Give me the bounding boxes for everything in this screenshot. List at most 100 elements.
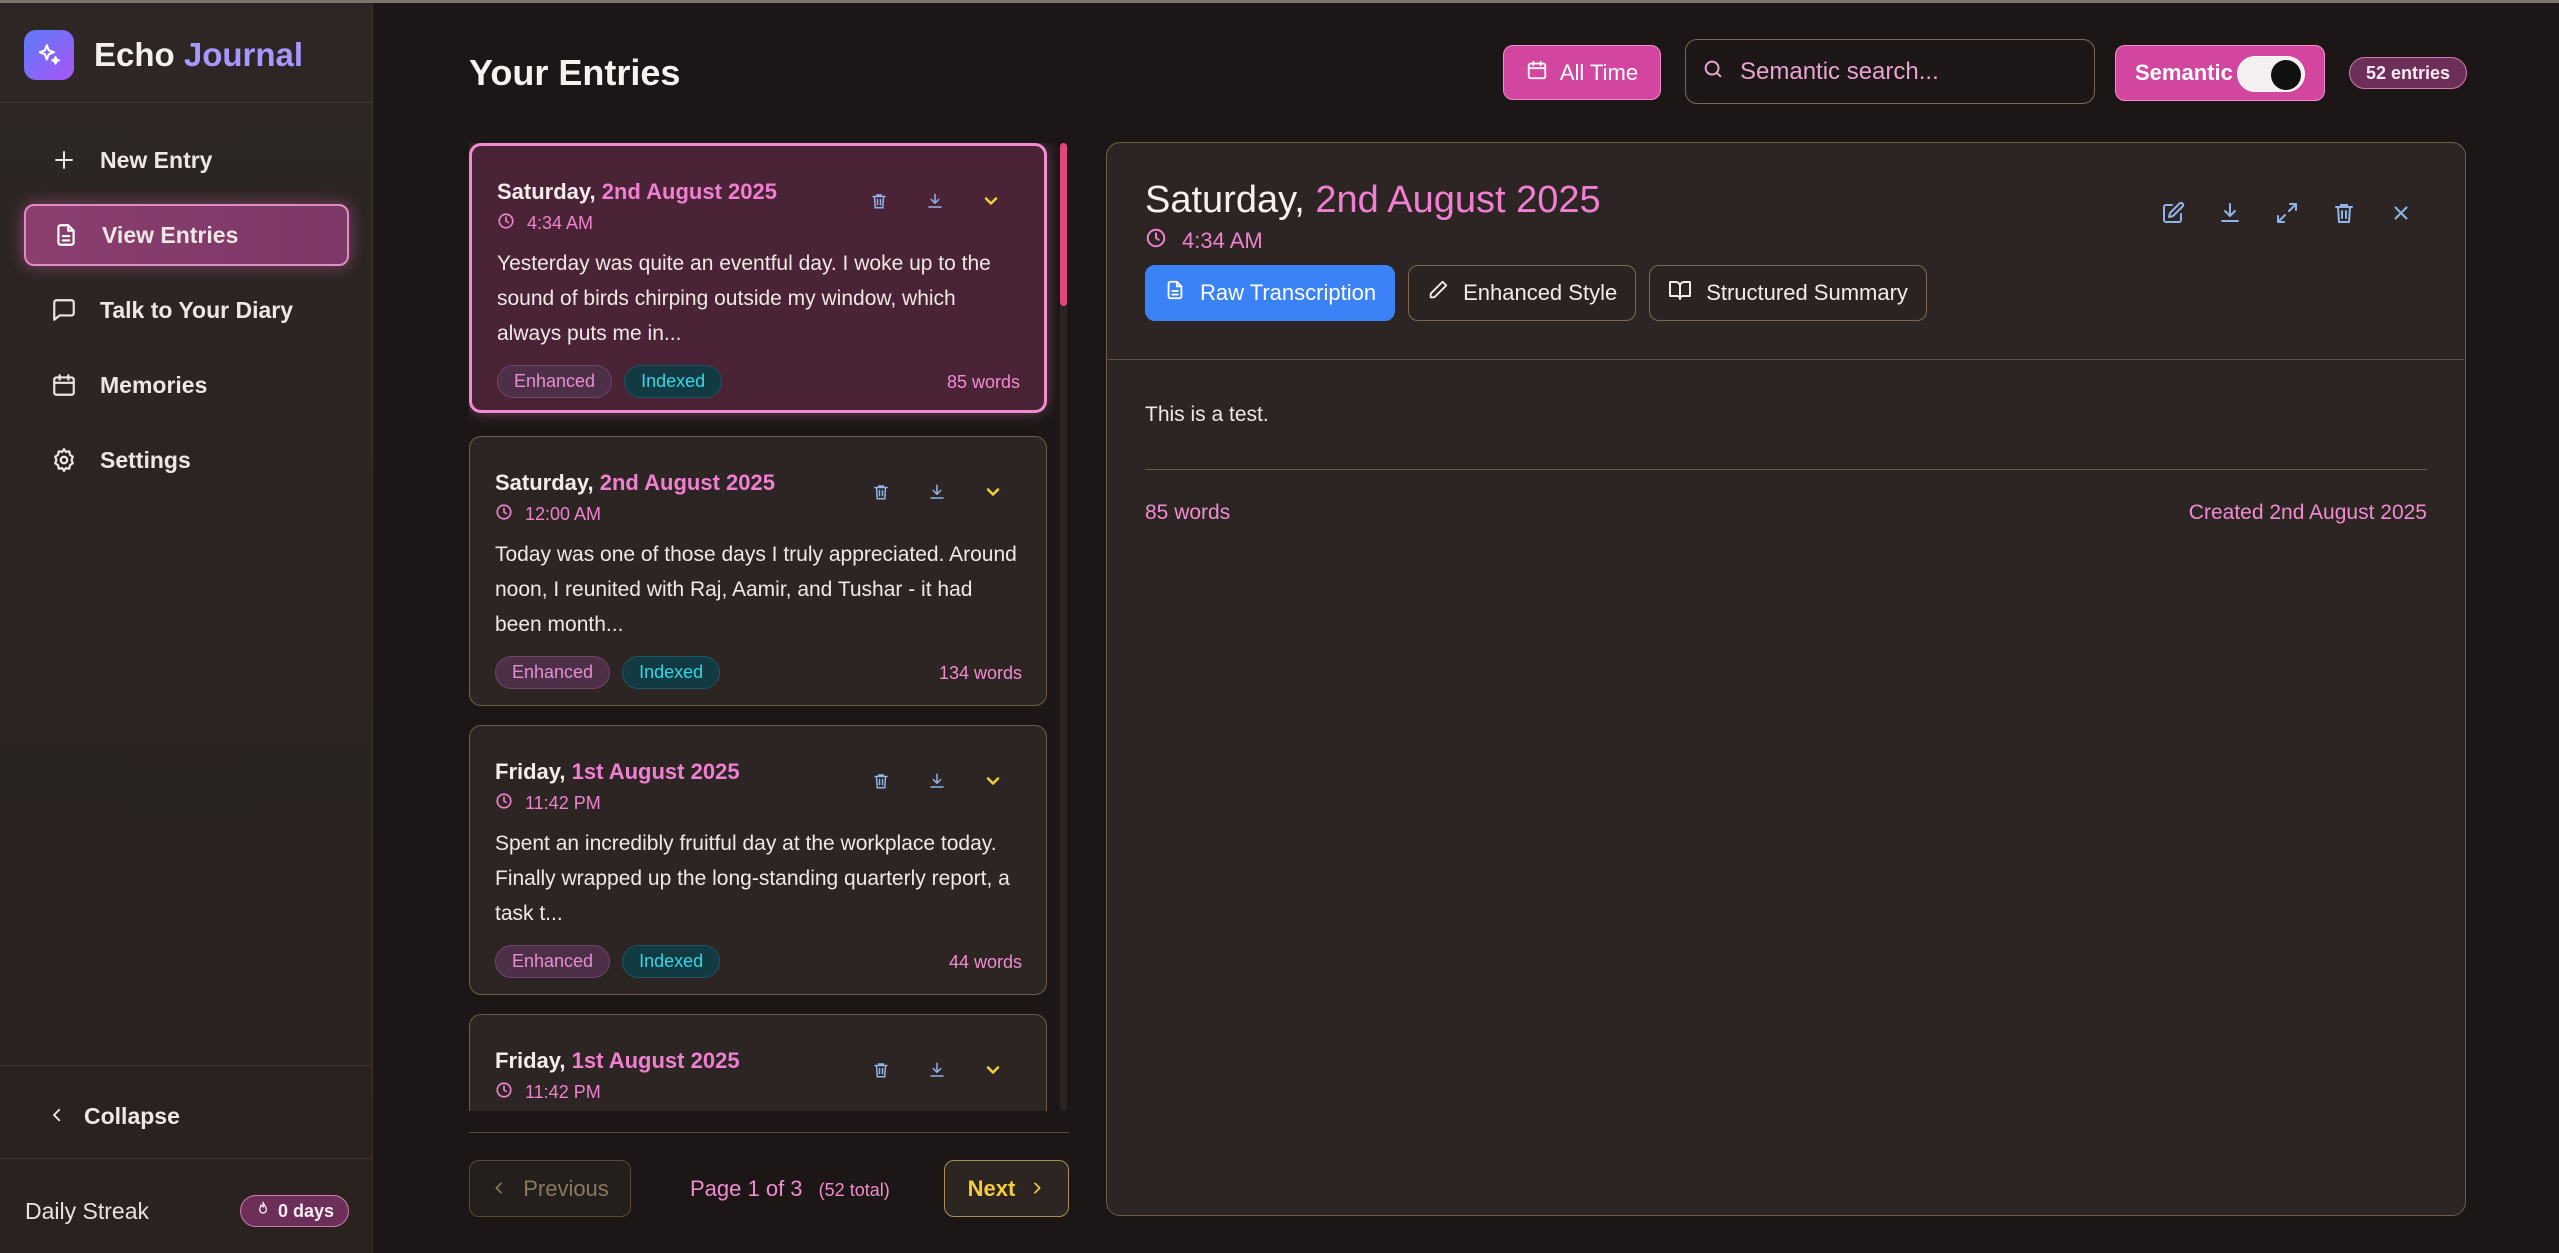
sidebar-item-label: Talk to Your Diary [100, 296, 293, 323]
entry-excerpt: Yesterday was quite an eventful day. I w… [497, 252, 991, 345]
detail-weekday: Saturday, [1145, 179, 1305, 221]
sidebar-item-label: View Entries [102, 221, 239, 248]
semantic-toggle[interactable]: Semantic [2115, 45, 2325, 101]
delete-button[interactable] [866, 188, 892, 214]
entry-weekday: Friday, [495, 1048, 566, 1073]
sidebar-item-memories[interactable]: Memories [24, 354, 349, 416]
download-button[interactable] [922, 188, 948, 214]
download-button[interactable] [924, 768, 950, 794]
daily-streak: Daily Streak 0 days [25, 1193, 349, 1229]
entry-time: 4:34 AM [497, 212, 593, 235]
clock-icon [1145, 227, 1167, 255]
entry-date-value: 2nd August 2025 [599, 470, 775, 495]
entry-time: 12:00 AM [495, 503, 601, 526]
entry-actions [838, 1057, 1006, 1083]
document-icon [52, 221, 80, 249]
entry-card[interactable]: Saturday, 2nd August 2025 12:00 AM Today… [469, 436, 1047, 706]
delete-button[interactable] [868, 1057, 894, 1083]
expand-chevron-button[interactable] [980, 768, 1006, 794]
entry-date: Friday, 1st August 2025 [495, 1048, 740, 1074]
entry-card[interactable]: Friday, 1st August 2025 11:42 PM Spent a… [469, 725, 1047, 995]
download-button[interactable] [924, 479, 950, 505]
expand-chevron-button[interactable] [980, 479, 1006, 505]
tag-indexed: Indexed [624, 365, 723, 398]
entry-time: 11:42 PM [495, 1081, 601, 1104]
download-button[interactable] [2216, 199, 2244, 227]
app-name: Echo Journal [94, 36, 303, 74]
detail-created-date: Created 2nd August 2025 [2188, 501, 2427, 524]
entry-tags: Enhanced Indexed [497, 365, 734, 398]
entry-card[interactable]: Saturday, 2nd August 2025 4:34 AM Yester… [469, 143, 1047, 413]
toggle-knob [2271, 60, 2301, 90]
brand[interactable]: Echo Journal [24, 28, 303, 82]
next-label: Next [967, 1175, 1016, 1201]
entry-content: This is a test. [1145, 403, 1269, 426]
tab-structured-summary[interactable]: Structured Summary [1649, 265, 1927, 321]
sidebar-item-view-entries[interactable]: View Entries [24, 204, 349, 266]
tag-enhanced: Enhanced [495, 656, 611, 689]
calendar-icon [1526, 59, 1548, 87]
delete-button[interactable] [868, 479, 894, 505]
streak-badge: 0 days [239, 1195, 349, 1227]
entries-count-badge: 52 entries [2349, 57, 2467, 89]
toggle-switch[interactable] [2237, 56, 2305, 92]
tab-label: Raw Transcription [1200, 280, 1377, 305]
expand-chevron-button[interactable] [978, 188, 1004, 214]
date-filter-button[interactable]: All Time [1503, 45, 1661, 100]
chevron-right-icon [1029, 1176, 1045, 1202]
entry-date-value: 1st August 2025 [571, 759, 740, 784]
entry-card[interactable]: Friday, 1st August 2025 11:42 PM [469, 1014, 1047, 1111]
detail-time-value: 4:34 AM [1182, 228, 1263, 253]
sidebar: Echo Journal New Entry View Entries Talk… [0, 3, 373, 1253]
entry-date: Saturday, 2nd August 2025 [495, 470, 775, 496]
page-title: Your Entries [469, 52, 681, 93]
sidebar-item-label: Settings [100, 446, 191, 473]
entry-actions [838, 479, 1006, 505]
detail-date-value: 2nd August 2025 [1315, 179, 1601, 221]
total-text: (52 total) [818, 1180, 890, 1200]
download-button[interactable] [924, 1057, 950, 1083]
tab-enhanced-style[interactable]: Enhanced Style [1408, 265, 1637, 321]
detail-divider [1107, 359, 2464, 360]
delete-button[interactable] [2330, 199, 2358, 227]
sidebar-item-settings[interactable]: Settings [24, 429, 349, 491]
entry-tags: Enhanced Indexed [495, 656, 732, 689]
sidebar-item-label: Memories [100, 371, 208, 398]
close-button[interactable] [2387, 199, 2415, 227]
expand-chevron-button[interactable] [980, 1057, 1006, 1083]
semantic-label: Semantic [2135, 60, 2233, 85]
expand-icon[interactable] [2273, 199, 2301, 227]
entry-time-value: 11:42 PM [525, 1082, 601, 1102]
tab-label: Structured Summary [1706, 280, 1908, 305]
collapse-button[interactable]: Collapse [24, 1091, 349, 1141]
next-page-button[interactable]: Next [944, 1160, 1069, 1217]
entry-date: Friday, 1st August 2025 [495, 759, 740, 785]
scrollbar-thumb[interactable] [1060, 143, 1067, 306]
clock-icon [495, 792, 513, 815]
previous-label: Previous [523, 1175, 609, 1201]
calendar-icon [50, 371, 78, 399]
detail-date: Saturday, 2nd August 2025 [1145, 179, 1601, 222]
sidebar-item-new-entry[interactable]: New Entry [24, 129, 349, 191]
entry-actions [838, 768, 1006, 794]
page-indicator: Page 1 of 3 (52 total) [690, 1176, 890, 1202]
entry-excerpt: Spent an incredibly fruitful day at the … [495, 832, 1010, 925]
delete-button[interactable] [868, 768, 894, 794]
page-text: Page 1 of 3 [690, 1176, 803, 1201]
tab-raw-transcription[interactable]: Raw Transcription [1145, 265, 1396, 321]
collapse-label: Collapse [84, 1102, 180, 1129]
search-icon [1702, 58, 1724, 85]
pagination-divider [469, 1132, 1069, 1133]
entry-list[interactable]: Saturday, 2nd August 2025 4:34 AM Yester… [469, 143, 1069, 1111]
search-input[interactable] [1740, 57, 2070, 86]
sidebar-item-talk-to-diary[interactable]: Talk to Your Diary [24, 279, 349, 341]
tab-label: Enhanced Style [1463, 280, 1618, 305]
edit-button[interactable] [2159, 199, 2187, 227]
entry-weekday: Saturday, [497, 179, 596, 204]
entry-date: Saturday, 2nd August 2025 [497, 179, 777, 205]
previous-page-button[interactable]: Previous [469, 1160, 631, 1217]
entry-word-count: 85 words [946, 372, 1020, 392]
entry-date-value: 1st August 2025 [571, 1048, 740, 1073]
app-name-part2: Journal [183, 36, 304, 73]
entry-time: 11:42 PM [495, 792, 601, 815]
